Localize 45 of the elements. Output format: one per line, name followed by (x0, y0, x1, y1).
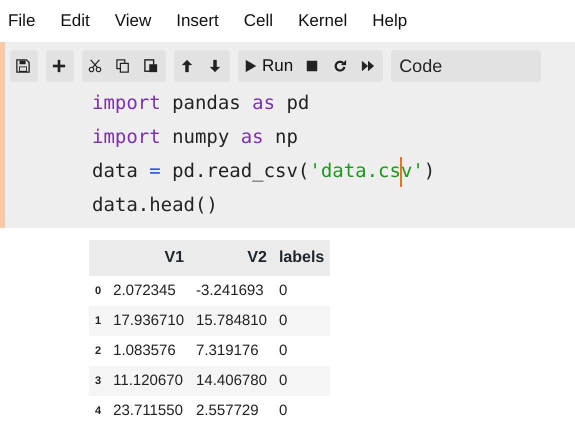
stop-icon (305, 59, 320, 73)
table-cell: 7.319176 (190, 336, 273, 366)
row-index: 2 (89, 336, 108, 366)
scissors-icon (88, 59, 102, 73)
menu-item[interactable]: Kernel (298, 8, 348, 34)
table-cell: 15.784810 (190, 306, 273, 336)
table-cell: 0 (272, 366, 330, 396)
table-cell: 23.711550 (107, 396, 190, 426)
table-cell: -3.241693 (190, 276, 273, 306)
table-cell: 0 (272, 306, 330, 336)
menu-item[interactable]: File (8, 8, 36, 34)
table-cell: 17.936710 (107, 306, 190, 336)
row-index: 1 (89, 306, 108, 336)
arrow-down-icon (208, 59, 222, 73)
fast-forward-icon (361, 59, 376, 73)
column-header: V2 (190, 240, 273, 276)
clipboard-icon (144, 59, 158, 73)
play-icon (244, 59, 258, 73)
column-header: V1 (107, 240, 190, 276)
menu-item[interactable]: View (114, 8, 152, 34)
arrow-up-icon (180, 59, 194, 73)
plus-icon (52, 59, 66, 73)
row-index: 3 (89, 366, 108, 396)
table-cell: 0 (272, 276, 330, 306)
table-cell: 2.557729 (190, 396, 273, 426)
copy-icon (116, 59, 130, 73)
column-header: labels (272, 240, 330, 276)
table-cell: 11.120670 (107, 366, 190, 396)
code-line: import pandas as pd (92, 91, 310, 116)
table-cell: 1.083576 (107, 336, 190, 366)
table-cell: 2.072345 (107, 276, 190, 306)
menu-item[interactable]: Cell (244, 8, 274, 34)
cell-type-dropdown[interactable]: Code (391, 50, 542, 82)
menu-item[interactable]: Edit (60, 8, 90, 34)
menu-item[interactable]: Insert (176, 8, 219, 34)
row-index: 0 (89, 276, 108, 306)
menu-item[interactable]: Help (372, 8, 408, 34)
table-cell: 0 (272, 396, 330, 426)
table-cell: 14.406780 (190, 366, 273, 396)
restart-icon (333, 59, 348, 73)
table-cell: 0 (272, 336, 330, 366)
save-icon (16, 59, 30, 73)
code-line: import numpy as np (92, 125, 298, 150)
row-index: 4 (89, 396, 108, 426)
code-line: data.head() (92, 193, 218, 218)
